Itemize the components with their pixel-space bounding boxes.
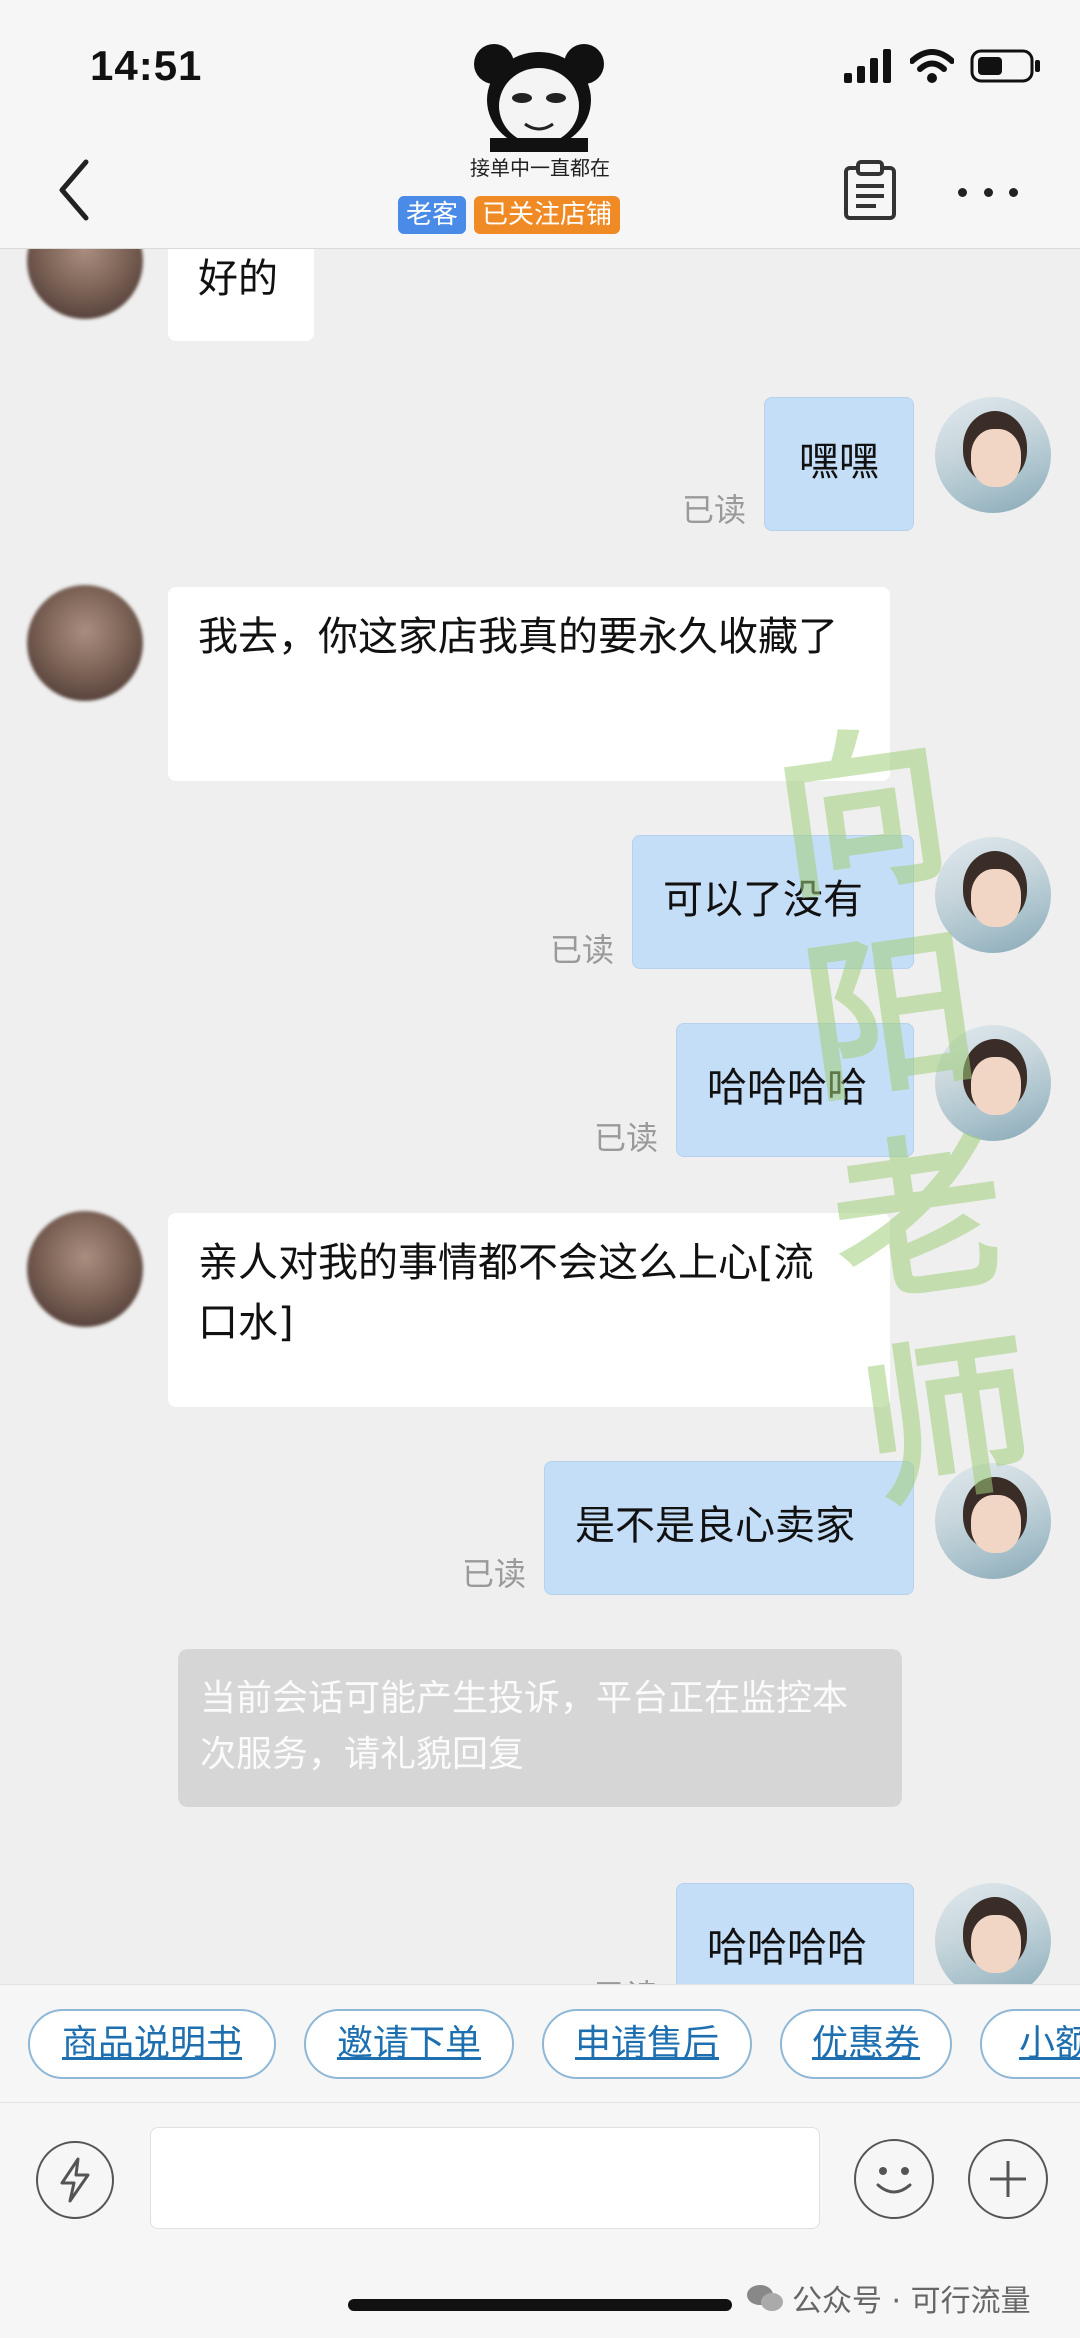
message-bubble[interactable]: 好的 — [168, 249, 314, 341]
message-bubble[interactable]: 哈哈哈哈 — [676, 1023, 914, 1157]
self-avatar[interactable] — [935, 1463, 1051, 1579]
credit-text: 公众号 · 可行流量 — [792, 2284, 1031, 2319]
signal-icon — [844, 49, 891, 83]
peer-avatar[interactable] — [27, 249, 143, 319]
message-bubble[interactable]: 嘿嘿 — [764, 397, 914, 531]
customer-tags: 老客 已关注店铺 — [398, 196, 621, 234]
peer-avatar[interactable] — [27, 585, 143, 701]
read-status: 已读 — [594, 1971, 658, 1984]
quick-reply-button[interactable] — [36, 2141, 114, 2219]
chip-after-sales[interactable]: 申请售后 — [542, 2009, 752, 2079]
dot-icon — [1009, 187, 1018, 197]
emoji-button[interactable] — [854, 2139, 934, 2219]
read-status: 已读 — [462, 1555, 527, 1593]
chip-product-manual[interactable]: 商品说明书 — [28, 2009, 276, 2079]
self-avatar[interactable] — [935, 1025, 1051, 1141]
chip-coupon[interactable]: 优惠券 — [780, 2009, 952, 2079]
more-options-button[interactable] — [958, 182, 1018, 202]
read-status: 已读 — [682, 491, 747, 529]
message-bubble[interactable]: 我去，你这家店我真的要永久收藏了 — [168, 587, 890, 781]
status-icons — [844, 46, 1042, 86]
battery-icon — [970, 49, 1040, 83]
dot-icon — [983, 187, 993, 197]
chip-invite-order[interactable]: 邀请下单 — [304, 2009, 514, 2079]
status-time: 14:51 — [90, 42, 203, 89]
read-status: 已读 — [550, 931, 615, 969]
lightning-icon — [60, 2157, 90, 2203]
self-avatar[interactable] — [935, 1883, 1051, 1984]
home-indicator[interactable] — [348, 2299, 732, 2311]
chevron-left-icon — [59, 159, 89, 221]
smiley-icon — [876, 2167, 912, 2194]
returning-customer-tag: 老客 — [398, 196, 467, 234]
wechat-icon — [747, 2285, 783, 2311]
quick-action-bar[interactable]: 商品说明书 邀请下单 申请售后 优惠券 小额 — [0, 1984, 1080, 2103]
self-avatar[interactable] — [935, 837, 1051, 953]
order-list-button[interactable] — [842, 160, 898, 220]
shop-avatar[interactable] — [470, 42, 608, 152]
read-status: 已读 — [594, 1119, 659, 1157]
message-text-field[interactable] — [150, 2127, 820, 2229]
message-bubble[interactable]: 哈哈哈哈 — [676, 1883, 914, 1984]
back-button[interactable] — [52, 150, 102, 230]
message-bubble[interactable]: 可以了没有 — [632, 835, 914, 969]
message-input-bar: 公众号 · 可行流量 — [0, 2102, 1080, 2338]
chat-message-list[interactable]: 好的 嘿嘿 已读 我去，你这家店我真的要永久收藏了 可以了没有 已读 哈哈哈哈 … — [0, 249, 1080, 1984]
plus-icon — [990, 2161, 1026, 2197]
chip-small-amount[interactable]: 小额 — [980, 2009, 1080, 2079]
complaint-monitoring-notice: 当前会话可能产生投诉，平台正在监控本次服务，请礼貌回复 — [178, 1649, 902, 1807]
panda-face-icon — [474, 44, 604, 152]
self-avatar[interactable] — [935, 397, 1051, 513]
clipboard-icon — [844, 160, 896, 220]
message-bubble[interactable]: 亲人对我的事情都不会这么上心[流口水] — [168, 1213, 890, 1407]
more-actions-button[interactable] — [968, 2139, 1048, 2219]
chat-header: 14:51 接单中一直都在 老客 已关注店铺 — [0, 0, 1080, 249]
shop-subtitle: 接单中一直都在 — [470, 156, 610, 180]
dot-icon — [958, 187, 967, 197]
wechat-credit: 公众号 · 可行流量 — [746, 2276, 1031, 2320]
message-bubble[interactable]: 是不是良心卖家 — [544, 1461, 914, 1595]
peer-avatar[interactable] — [27, 1211, 143, 1327]
followed-shop-tag: 已关注店铺 — [474, 196, 621, 234]
wifi-icon — [910, 49, 954, 83]
